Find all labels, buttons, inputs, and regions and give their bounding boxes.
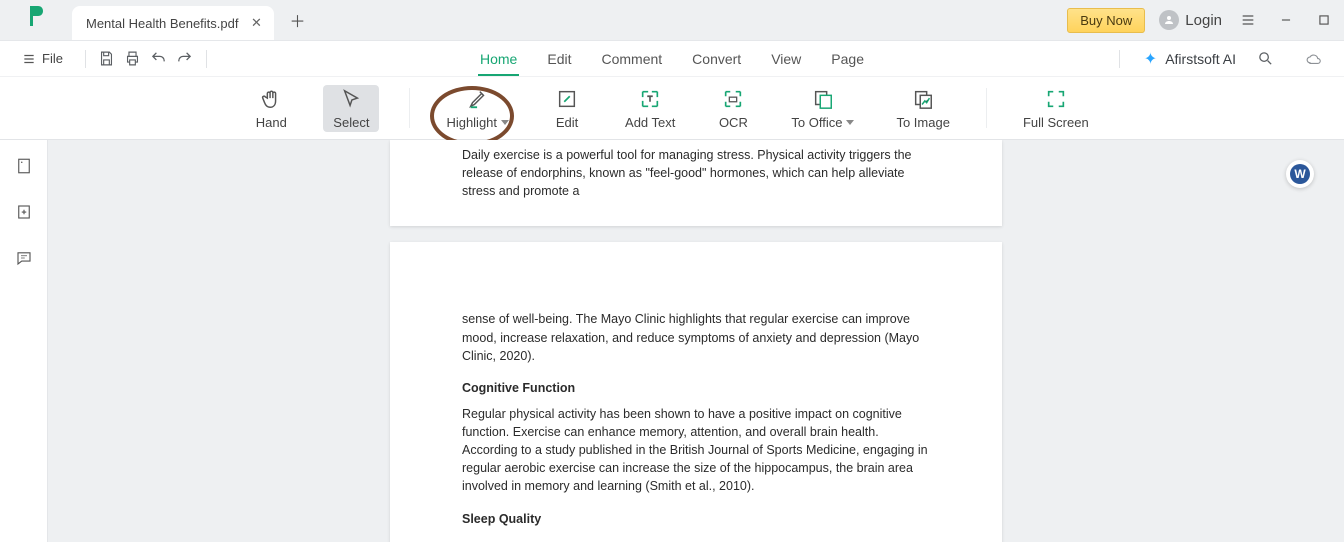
to-image-label: To Image bbox=[896, 115, 949, 130]
app-logo bbox=[24, 4, 48, 28]
add-text-label: Add Text bbox=[625, 115, 675, 130]
full-screen-tool[interactable]: Full Screen bbox=[1017, 85, 1095, 132]
to-image-icon bbox=[911, 87, 935, 111]
workspace: Daily exercise is a powerful tool for ma… bbox=[0, 140, 1344, 542]
body-text: Daily exercise is a powerful tool for ma… bbox=[462, 146, 930, 200]
highlight-label: Highlight bbox=[446, 115, 497, 130]
ocr-label: OCR bbox=[719, 115, 748, 130]
highlight-icon bbox=[466, 87, 490, 111]
to-image-tool[interactable]: To Image bbox=[890, 85, 955, 132]
ocr-icon bbox=[721, 87, 745, 111]
divider bbox=[986, 88, 987, 128]
ai-button[interactable]: ✦ Afirstsoft AI bbox=[1144, 49, 1236, 69]
divider bbox=[85, 50, 86, 68]
edit-icon bbox=[555, 87, 579, 111]
tab-comment[interactable]: Comment bbox=[599, 45, 664, 73]
cloud-icon[interactable] bbox=[1300, 46, 1326, 72]
divider bbox=[1119, 50, 1120, 68]
hamburger-icon bbox=[22, 52, 36, 66]
left-rail bbox=[0, 140, 48, 542]
bookmark-icon[interactable] bbox=[12, 200, 36, 224]
ribbon-toolbar: Hand Select Highlight Edit Add Text OCR bbox=[0, 76, 1344, 140]
titlebar-right: Buy Now Login bbox=[1067, 0, 1336, 40]
menubar-right: ✦ Afirstsoft AI bbox=[1111, 41, 1326, 76]
to-office-icon bbox=[811, 87, 835, 111]
pdf-page: Daily exercise is a powerful tool for ma… bbox=[390, 140, 1002, 226]
undo-icon[interactable] bbox=[146, 46, 172, 72]
save-icon[interactable] bbox=[94, 46, 120, 72]
select-label: Select bbox=[333, 115, 369, 130]
login-button[interactable]: Login bbox=[1159, 10, 1222, 30]
login-label: Login bbox=[1185, 12, 1222, 29]
body-text: Regular physical activity has been shown… bbox=[462, 405, 930, 496]
toolgroup-main: Hand Select Highlight Edit Add Text OCR bbox=[249, 85, 1094, 132]
chevron-down-icon[interactable] bbox=[846, 120, 854, 125]
body-text: sense of well-being. The Mayo Clinic hig… bbox=[462, 310, 930, 364]
add-text-tool[interactable]: Add Text bbox=[619, 85, 681, 132]
document-viewport[interactable]: Daily exercise is a powerful tool for ma… bbox=[48, 140, 1344, 542]
full-screen-label: Full Screen bbox=[1023, 115, 1089, 130]
tab-edit[interactable]: Edit bbox=[545, 45, 573, 73]
to-office-tool[interactable]: To Office bbox=[785, 85, 860, 132]
thumbnails-icon[interactable] bbox=[12, 154, 36, 178]
document-tab[interactable]: Mental Health Benefits.pdf ✕ bbox=[72, 6, 274, 40]
hand-icon bbox=[259, 87, 283, 111]
tab-convert[interactable]: Convert bbox=[690, 45, 743, 73]
menubar: File Home Edit Comment Convert View Page… bbox=[0, 40, 1344, 76]
fullscreen-icon bbox=[1044, 87, 1068, 111]
close-tab-icon[interactable]: ✕ bbox=[248, 15, 264, 31]
hamburger-icon[interactable] bbox=[1236, 8, 1260, 32]
titlebar: Mental Health Benefits.pdf ✕ ＋ Buy Now L… bbox=[0, 0, 1344, 40]
new-tab-button[interactable]: ＋ bbox=[282, 5, 312, 35]
print-icon[interactable] bbox=[120, 46, 146, 72]
heading: Cognitive Function bbox=[462, 379, 930, 397]
tab-view[interactable]: View bbox=[769, 45, 803, 73]
file-menu-button[interactable]: File bbox=[0, 41, 77, 76]
ai-label: Afirstsoft AI bbox=[1165, 51, 1236, 67]
tab-home[interactable]: Home bbox=[478, 45, 519, 73]
chevron-down-icon[interactable] bbox=[501, 120, 509, 125]
ocr-tool[interactable]: OCR bbox=[711, 85, 755, 132]
select-tool[interactable]: Select bbox=[323, 85, 379, 132]
file-menu-label: File bbox=[42, 51, 63, 66]
search-icon[interactable] bbox=[1252, 46, 1278, 72]
maximize-icon[interactable] bbox=[1312, 8, 1336, 32]
highlight-tool[interactable]: Highlight bbox=[440, 85, 515, 132]
heading: Sleep Quality bbox=[462, 510, 930, 528]
document-tab-title: Mental Health Benefits.pdf bbox=[86, 16, 238, 31]
edit-tool[interactable]: Edit bbox=[545, 85, 589, 132]
divider bbox=[206, 50, 207, 68]
word-icon: W bbox=[1290, 164, 1310, 184]
add-text-icon bbox=[638, 87, 662, 111]
hand-label: Hand bbox=[256, 115, 287, 130]
tab-page[interactable]: Page bbox=[829, 45, 866, 73]
to-office-label: To Office bbox=[791, 115, 842, 130]
pdf-page: sense of well-being. The Mayo Clinic hig… bbox=[390, 242, 1002, 542]
sparkle-icon: ✦ bbox=[1144, 49, 1157, 69]
hand-tool[interactable]: Hand bbox=[249, 85, 293, 132]
convert-to-word-button[interactable]: W bbox=[1286, 160, 1314, 188]
minimize-icon[interactable] bbox=[1274, 8, 1298, 32]
avatar-icon bbox=[1159, 10, 1179, 30]
cursor-icon bbox=[339, 87, 363, 111]
divider bbox=[409, 88, 410, 128]
buy-now-button[interactable]: Buy Now bbox=[1067, 8, 1145, 33]
redo-icon[interactable] bbox=[172, 46, 198, 72]
edit-label: Edit bbox=[556, 115, 578, 130]
comment-panel-icon[interactable] bbox=[12, 246, 36, 270]
